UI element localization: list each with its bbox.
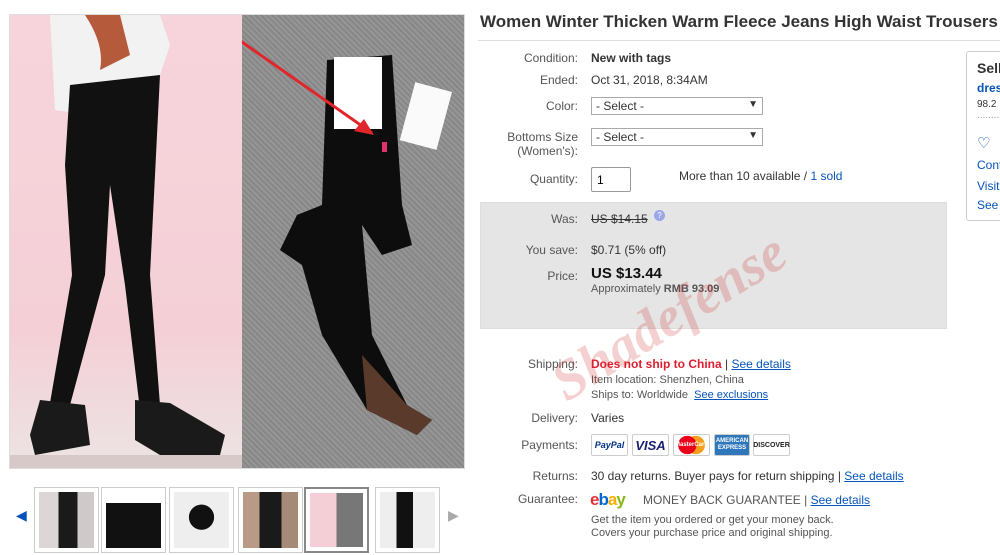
condition-value: New with tags: [591, 51, 672, 65]
title-divider: [478, 40, 1000, 41]
info-icon[interactable]: ?: [654, 210, 665, 221]
seller-score: 98.2: [977, 99, 997, 110]
amex-icon: AMERICAN EXPRESS: [714, 434, 750, 456]
item-title: Women Winter Thicken Warm Fleece Jeans H…: [480, 12, 1000, 31]
approx-value: RMB 93.09: [663, 283, 720, 295]
quantity-input[interactable]: [591, 167, 631, 192]
you-save-value: $0.71 (5% off): [591, 243, 667, 257]
seller-dots: ........: [977, 110, 1000, 121]
was-label: Was:: [551, 212, 578, 226]
guarantee-line: MONEY BACK GUARANTEE | See details: [643, 493, 870, 507]
color-select[interactable]: - Select - ▼: [591, 97, 763, 115]
separator: |: [837, 469, 841, 483]
thumbnail-2[interactable]: [101, 487, 166, 553]
ships-to: Ships to: Worldwide: [591, 389, 689, 401]
separator: |: [725, 357, 729, 371]
mastercard-icon: MasterCard: [673, 434, 710, 456]
was-price: US $14.15: [591, 212, 648, 226]
condition-label: Condition:: [523, 51, 578, 65]
seller-heading: Sell: [977, 60, 1000, 76]
sold-link[interactable]: 1 sold: [810, 169, 842, 183]
discover-icon: DISCOVER: [753, 434, 790, 456]
seller-name-link[interactable]: dres: [977, 81, 1000, 95]
contact-seller-link[interactable]: Cont: [977, 158, 1000, 172]
thumbnail-4[interactable]: [238, 487, 303, 553]
available-text: More than 10 available /: [679, 169, 808, 183]
separator: |: [804, 493, 808, 507]
size-label-line2: (Women's):: [517, 144, 578, 158]
see-exclusions-link[interactable]: See exclusions: [694, 389, 768, 401]
delivery-label: Delivery:: [531, 411, 578, 425]
price-label: Price:: [547, 269, 578, 283]
thumbnail-6[interactable]: [375, 487, 440, 553]
size-select-value: - Select -: [596, 130, 645, 144]
quantity-label: Quantity:: [529, 172, 578, 186]
money-back-guarantee: MONEY BACK GUARANTEE: [643, 493, 801, 507]
paypal-icon: PayPal: [591, 434, 628, 456]
visa-icon: VISA: [632, 434, 669, 456]
dropdown-caret-icon: ▼: [748, 130, 758, 141]
price-value: US $13.44: [591, 265, 662, 282]
shipping-see-details-link[interactable]: See details: [731, 357, 790, 371]
guarantee-text-2: Covers your purchase price and original …: [591, 527, 833, 539]
shipping-line: Does not ship to China | See details: [591, 357, 791, 371]
ended-label: Ended:: [539, 73, 578, 87]
payments-label: Payments:: [521, 438, 578, 452]
ebay-logo-icon: ebay: [590, 490, 626, 509]
product-photo-flatlay: [231, 15, 464, 468]
thumbnail-5-active[interactable]: [304, 487, 369, 553]
ended-value: Oct 31, 2018, 8:34AM: [591, 73, 708, 87]
thumbnail-3[interactable]: [169, 487, 234, 553]
returns-label: Returns:: [532, 469, 578, 483]
item-location: Item location: Shenzhen, China: [591, 374, 744, 386]
guarantee-label: Guarantee:: [517, 492, 578, 506]
delivery-value: Varies: [591, 411, 625, 425]
quantity-available: More than 10 available / 1 sold: [679, 169, 842, 183]
shipping-label: Shipping:: [527, 357, 578, 371]
seller-info-card: Sell dres 98.2 ........ ♡ Cont Visit See: [966, 51, 1000, 221]
no-ship-notice: Does not ship to China: [591, 357, 722, 371]
guarantee-see-details-link[interactable]: See details: [811, 493, 870, 507]
you-save-label: You save:: [525, 243, 578, 257]
returns-line: 30 day returns. Buyer pays for return sh…: [591, 469, 904, 483]
color-select-value: - Select -: [596, 99, 645, 113]
color-label: Color:: [545, 99, 578, 113]
visit-store-link[interactable]: Visit: [977, 179, 999, 193]
see-other-items-link[interactable]: See: [977, 198, 998, 212]
guarantee-text-1: Get the item you ordered or get your mon…: [591, 514, 834, 526]
ships-to-line: Ships to: Worldwide See exclusions: [591, 389, 768, 401]
dropdown-caret-icon: ▼: [748, 99, 758, 110]
approx-price: Approximately RMB 93.09: [591, 283, 719, 295]
thumbnail-1[interactable]: [34, 487, 99, 553]
heart-icon[interactable]: ♡: [977, 134, 990, 152]
returns-see-details-link[interactable]: See details: [844, 469, 903, 483]
main-product-image[interactable]: [9, 14, 465, 469]
returns-value: 30 day returns. Buyer pays for return sh…: [591, 469, 835, 483]
size-label-line1: Bottoms Size: [507, 130, 578, 144]
size-select[interactable]: - Select - ▼: [591, 128, 763, 146]
product-photo-model: [10, 15, 242, 468]
approx-prefix: Approximately: [591, 283, 661, 295]
thumbnail-strip: [12, 487, 464, 553]
